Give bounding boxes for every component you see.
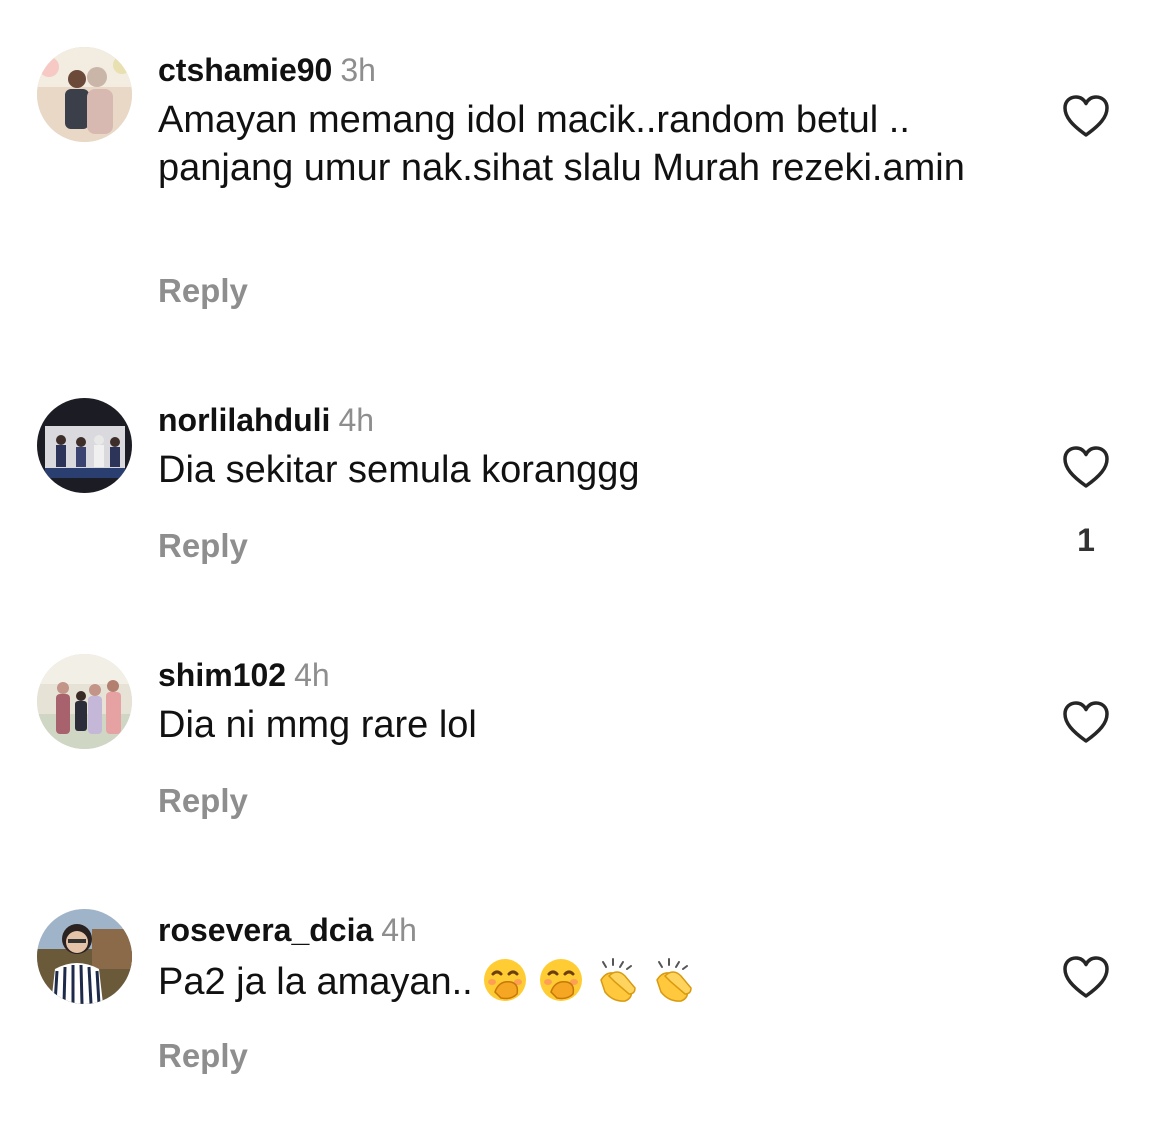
comment-header: rosevera_dcia 4h [158, 910, 1018, 950]
avatar[interactable] [37, 654, 132, 749]
comment-header: norlilahduli 4h [158, 400, 1018, 440]
comment-text-body: Pa2 ja la amayan.. [158, 961, 473, 1003]
heart-outline-icon [1063, 95, 1109, 137]
like-button[interactable] [1062, 446, 1110, 490]
like-button[interactable] [1062, 956, 1110, 1000]
clapping-hands-emoji [649, 956, 697, 1004]
comment-time: 4h [338, 402, 375, 438]
comment-text: Dia ni mmg rare lol [158, 704, 477, 746]
clapping-hands-emoji [593, 956, 641, 1004]
hand-over-mouth-emoji [481, 956, 529, 1004]
avatar[interactable] [37, 398, 132, 493]
username[interactable]: ctshamie90 [158, 52, 332, 88]
heart-outline-icon [1063, 701, 1109, 743]
clapping-hands-icon [599, 958, 636, 1002]
hand-over-mouth-icon [539, 959, 582, 1001]
avatar-photo-icon [37, 47, 132, 142]
reply-button[interactable]: Reply [158, 782, 248, 820]
hand-over-mouth-emoji [537, 956, 585, 1004]
comment-time: 4h [381, 912, 417, 948]
comment-time: 4h [294, 657, 330, 693]
heart-outline-icon [1063, 446, 1109, 488]
username[interactable]: norlilahduli [158, 402, 330, 438]
avatar-photo-icon [37, 909, 132, 1004]
like-button[interactable] [1062, 95, 1110, 139]
reply-button[interactable]: Reply [158, 272, 248, 310]
avatar-photo-icon [37, 654, 132, 749]
heart-outline-icon [1063, 956, 1109, 998]
hand-over-mouth-icon [483, 959, 526, 1001]
comment-text: Pa2 ja la amayan.. [158, 956, 1018, 1006]
username[interactable]: shim102 [158, 657, 286, 693]
avatar[interactable] [37, 909, 132, 1004]
avatar[interactable] [37, 47, 132, 142]
comment-header: shim102 4h [158, 655, 1018, 695]
comment-header: ctshamie90 3h [158, 50, 1018, 90]
username[interactable]: rosevera_dcia [158, 912, 373, 948]
like-count: 1 [1077, 522, 1095, 558]
clapping-hands-icon [655, 958, 692, 1002]
comment-time: 3h [340, 52, 376, 88]
reply-button[interactable]: Reply [158, 527, 248, 565]
comment-text: Amayan memang idol macik..random betul .… [158, 99, 965, 189]
comment-text: Dia sekitar semula koranggg [158, 449, 640, 491]
avatar-photo-icon [37, 398, 132, 493]
like-button[interactable] [1062, 701, 1110, 745]
reply-button[interactable]: Reply [158, 1037, 248, 1075]
